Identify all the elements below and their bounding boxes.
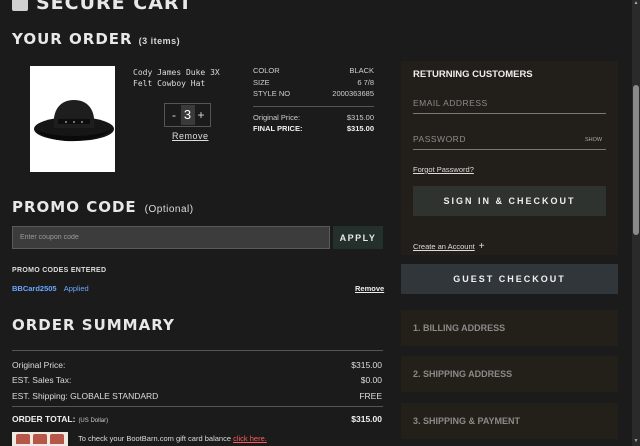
password-field[interactable] bbox=[413, 128, 606, 150]
divider bbox=[12, 350, 383, 351]
summary-tax-row: EST. Sales Tax: $0.00 bbox=[12, 375, 382, 385]
coupon-code-input[interactable] bbox=[12, 226, 330, 249]
gift-card-thumb bbox=[33, 434, 47, 444]
step-billing-address[interactable]: 1. BILLING ADDRESS bbox=[401, 310, 618, 346]
summary-shipping-label: EST. Shipping: GLOBALE STANDARD bbox=[12, 391, 159, 401]
gift-card-balance-text: To check your BootBarn.com gift card bal… bbox=[78, 434, 267, 443]
order-total-row: ORDER TOTAL: (US Dollar) $315.00 bbox=[12, 414, 382, 424]
scroll-down-arrow-icon[interactable]: ▼ bbox=[632, 438, 640, 446]
attribute-row-style: STYLE NO 2000363685 bbox=[253, 88, 374, 100]
gift-card-image bbox=[12, 432, 68, 446]
attribute-row-color: COLOR BLACK bbox=[253, 65, 374, 77]
gift-card-balance-link[interactable]: click here. bbox=[233, 434, 267, 443]
applied-promo-code: BBCard2505 Applied bbox=[12, 284, 89, 293]
create-account-link[interactable]: Create an Account bbox=[413, 242, 475, 251]
step-shipping-payment[interactable]: 3. SHIPPING & PAYMENT bbox=[401, 403, 618, 439]
original-price-row: Original Price: $315.00 bbox=[253, 112, 374, 123]
original-price-label: Original Price: bbox=[253, 112, 301, 122]
promo-heading: PROMO CODE (Optional) bbox=[12, 198, 194, 216]
divider bbox=[253, 105, 374, 107]
remove-item-link[interactable]: Remove bbox=[172, 131, 209, 141]
final-price-label: FINAL PRICE: bbox=[253, 123, 303, 133]
returning-customers-panel bbox=[401, 61, 618, 255]
final-price-value: $315.00 bbox=[346, 123, 374, 133]
forgot-password-link[interactable]: Forgot Password? bbox=[413, 165, 474, 174]
gift-card-thumb bbox=[50, 434, 64, 444]
attribute-value: BLACK bbox=[349, 66, 374, 76]
order-total-label: ORDER TOTAL: bbox=[12, 414, 76, 424]
remove-promo-link[interactable]: Remove bbox=[355, 284, 384, 293]
guest-checkout-button[interactable]: GUEST CHECKOUT bbox=[401, 264, 618, 294]
attribute-label: STYLE NO bbox=[253, 89, 291, 99]
summary-tax-value: $0.00 bbox=[360, 375, 382, 385]
gift-card-thumb bbox=[16, 434, 30, 444]
lock-icon bbox=[12, 0, 28, 11]
plus-icon: + bbox=[478, 241, 485, 252]
summary-tax-label: EST. Sales Tax: bbox=[12, 375, 72, 385]
attribute-label: SIZE bbox=[253, 77, 270, 87]
gift-card-text: To check your BootBarn.com gift card bal… bbox=[78, 434, 234, 443]
attribute-row-size: SIZE 6 7/8 bbox=[253, 77, 374, 89]
quantity-decrease-button[interactable]: - bbox=[169, 108, 179, 122]
summary-original-row: Original Price: $315.00 bbox=[12, 360, 382, 370]
summary-shipping-value: FREE bbox=[359, 391, 382, 401]
page-title: SECURE CART bbox=[36, 0, 193, 14]
original-price-value: $315.00 bbox=[346, 112, 374, 122]
secure-cart-header: SECURE CART bbox=[12, 0, 193, 14]
cowboy-hat-image bbox=[34, 100, 114, 142]
attribute-value: 2000363685 bbox=[332, 89, 374, 99]
apply-coupon-button[interactable]: APPLY bbox=[333, 226, 383, 249]
email-field[interactable] bbox=[413, 92, 606, 114]
quantity-stepper: - 3 + bbox=[164, 103, 211, 127]
summary-original-label: Original Price: bbox=[12, 360, 66, 370]
order-summary-title: ORDER SUMMARY bbox=[12, 316, 175, 334]
product-image[interactable] bbox=[30, 66, 115, 172]
order-total-label-group: ORDER TOTAL: (US Dollar) bbox=[12, 414, 108, 424]
sign-in-checkout-button[interactable]: SIGN IN & CHECKOUT bbox=[413, 186, 606, 216]
summary-original-value: $315.00 bbox=[351, 360, 382, 370]
scrollbar-thumb[interactable] bbox=[633, 85, 639, 235]
quantity-value[interactable]: 3 bbox=[180, 105, 195, 125]
step-shipping-address[interactable]: 2. SHIPPING ADDRESS bbox=[401, 356, 618, 392]
your-order-title: YOUR ORDER bbox=[12, 30, 133, 48]
show-password-toggle[interactable]: SHOW bbox=[585, 137, 602, 143]
returning-customers-title: RETURNING CUSTOMERS bbox=[413, 69, 533, 80]
product-attributes: COLOR BLACK SIZE 6 7/8 STYLE NO 20003636… bbox=[253, 65, 374, 134]
order-total-currency: (US Dollar) bbox=[78, 418, 109, 424]
scroll-up-arrow-icon[interactable]: ▲ bbox=[632, 0, 640, 8]
items-count: (3 items) bbox=[138, 36, 181, 46]
divider bbox=[12, 406, 383, 407]
your-order-heading: YOUR ORDER (3 items) bbox=[12, 30, 180, 48]
final-price-row: FINAL PRICE: $315.00 bbox=[253, 123, 374, 134]
summary-shipping-row: EST. Shipping: GLOBALE STANDARD FREE bbox=[12, 391, 382, 401]
create-account[interactable]: Create an Account + bbox=[413, 241, 485, 252]
promo-code-value: BBCard2505 bbox=[12, 284, 57, 293]
promo-codes-entered-label: PROMO CODES ENTERED bbox=[12, 267, 107, 274]
attribute-value: 6 7/8 bbox=[357, 77, 374, 87]
promo-title: PROMO CODE bbox=[12, 198, 137, 216]
promo-optional-label: (Optional) bbox=[144, 204, 194, 215]
attribute-label: COLOR bbox=[253, 66, 280, 76]
quantity-increase-button[interactable]: + bbox=[196, 108, 206, 122]
order-total-value: $315.00 bbox=[351, 414, 382, 424]
product-name[interactable]: Cody James Duke 3X Felt Cowboy Hat bbox=[133, 67, 241, 89]
promo-status: Applied bbox=[63, 284, 89, 293]
